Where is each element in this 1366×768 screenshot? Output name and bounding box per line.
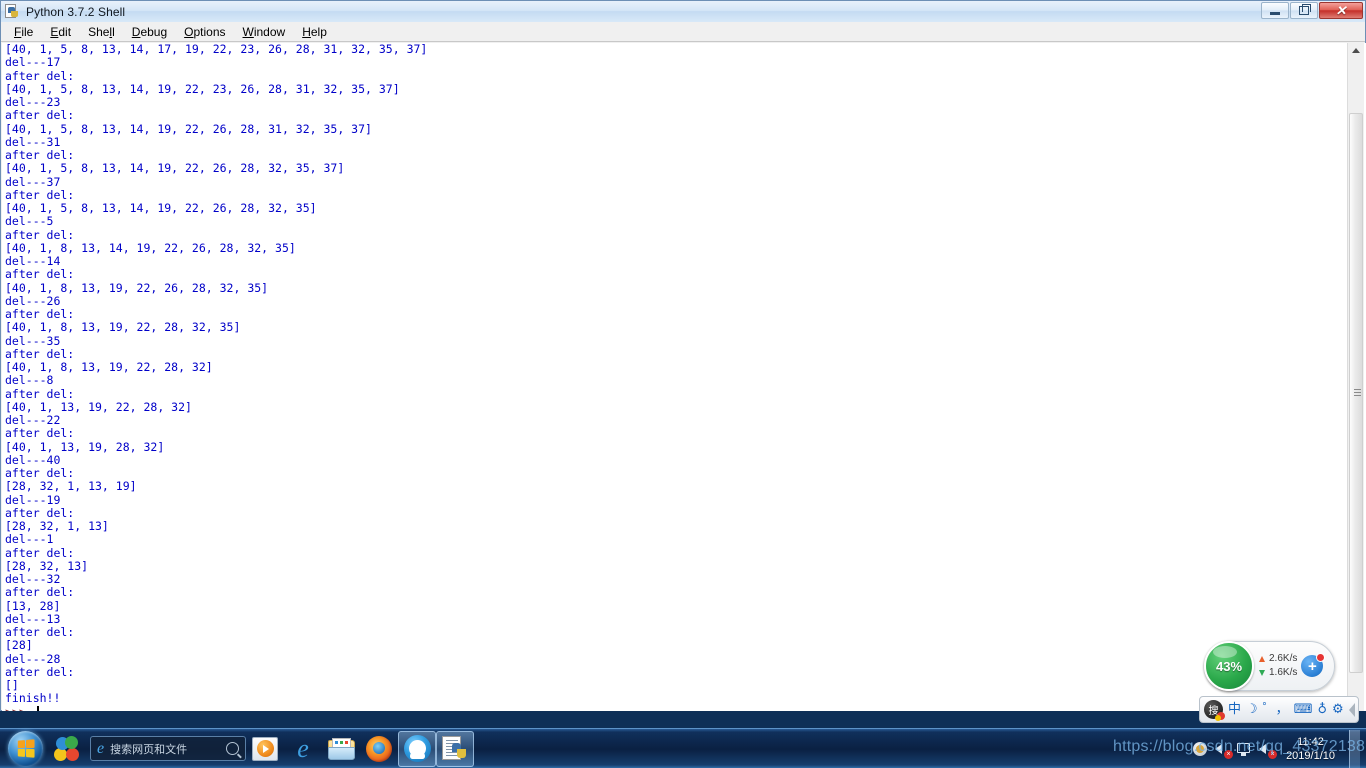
menu-item-shell[interactable]: Shell	[80, 24, 124, 40]
ime-collapse-handle[interactable]	[1348, 702, 1355, 717]
media-player-icon	[252, 736, 278, 761]
ime-punctuation-icon[interactable]: ゜，	[1263, 703, 1289, 716]
download-arrow-icon	[1259, 670, 1265, 676]
taskbar-item-qq-browser[interactable]	[398, 730, 436, 767]
taskbar-item-python-shell[interactable]	[436, 730, 474, 767]
firefox-icon	[366, 735, 392, 762]
desktop-screen: Python 3.7.2 Shell ✕ File Edit Shell Deb…	[0, 0, 1366, 768]
shell-output: [40, 1, 5, 8, 13, 14, 17, 19, 22, 23, 26…	[5, 43, 428, 706]
title-bar[interactable]: Python 3.7.2 Shell ✕	[1, 1, 1365, 22]
ime-voice-input-icon[interactable]: ♁	[1317, 703, 1327, 716]
scrollbar-thumb[interactable]	[1349, 113, 1363, 673]
colorful-balls-icon	[54, 735, 80, 762]
menu-item-help[interactable]: Help	[294, 24, 336, 40]
internet-explorer-icon: e	[297, 733, 309, 763]
download-rate-label: 1.6K/s	[1269, 667, 1298, 678]
add-button[interactable]: +	[1301, 653, 1326, 677]
internet-explorer-icon: e	[97, 739, 105, 757]
taskbar-clock[interactable]: 11:42 2019/1/10	[1280, 735, 1341, 763]
taskbar-item-sogou[interactable]	[48, 731, 86, 767]
shell-text: [40, 1, 5, 8, 13, 14, 17, 19, 22, 23, 26…	[5, 43, 427, 711]
python-idle-icon	[5, 3, 21, 20]
tray-sogou-icon[interactable]	[1192, 741, 1208, 757]
plus-icon: +	[1307, 657, 1317, 675]
menu-item-debug[interactable]: Debug	[124, 24, 176, 40]
taskbar-item-firefox[interactable]	[360, 731, 398, 767]
search-icon[interactable]	[226, 742, 239, 755]
start-button[interactable]	[2, 731, 48, 767]
shell-output-area[interactable]: [40, 1, 5, 8, 13, 14, 17, 19, 22, 23, 26…	[2, 43, 1366, 711]
show-desktop-button[interactable]	[1349, 729, 1360, 768]
menu-item-window[interactable]: Window	[235, 24, 295, 40]
search-placeholder: 搜索网页和文件	[110, 742, 188, 756]
cpu-usage-ball[interactable]: 43%	[1204, 641, 1254, 691]
menu-item-edit[interactable]: Edit	[42, 24, 80, 40]
ime-soft-keyboard-icon[interactable]: ⌨	[1294, 703, 1313, 716]
scroll-up-arrow-icon[interactable]	[1352, 48, 1360, 53]
notification-dot	[1316, 653, 1326, 662]
close-button[interactable]: ✕	[1319, 2, 1363, 19]
close-icon: ✕	[1335, 3, 1347, 18]
sogou-logo-icon[interactable]: 搜	[1204, 700, 1225, 721]
tray-network-icon[interactable]	[1236, 741, 1252, 757]
python-shell-window: Python 3.7.2 Shell ✕ File Edit Shell Deb…	[0, 0, 1366, 711]
window-controls: ✕	[1261, 2, 1363, 19]
taskbar-item-internet-explorer[interactable]: e	[284, 731, 322, 767]
scrollbar-grip-icon	[1354, 389, 1361, 397]
restore-button[interactable]	[1290, 2, 1318, 19]
menu-bar: File Edit Shell Debug Options Window Hel…	[1, 22, 1365, 42]
network-rates: 2.6K/s 1.6K/s	[1259, 652, 1297, 680]
qq-browser-icon	[403, 735, 431, 762]
menu-item-options[interactable]: Options	[176, 24, 234, 40]
taskbar-item-file-explorer[interactable]	[322, 731, 360, 767]
ime-halfwidth-icon[interactable]: ☽	[1246, 703, 1258, 716]
error-badge: ×	[1224, 749, 1234, 759]
netspeed-widget[interactable]: 43% 2.6K/s 1.6K/s +	[1204, 641, 1335, 691]
clock-date: 2019/1/10	[1286, 749, 1335, 762]
cpu-percent-label: 43%	[1215, 658, 1243, 674]
clock-time: 11:42	[1297, 735, 1324, 748]
python-idle-taskbar-icon	[442, 735, 468, 762]
taskbar: e 搜索网页和文件 e × × 11:42 2019/1/10	[0, 728, 1366, 768]
ime-chinese-mode-icon[interactable]: 中	[1228, 703, 1241, 716]
ime-toolbar[interactable]: 搜 中 ☽ ゜， ⌨ ♁ ⚙	[1199, 696, 1359, 723]
shell-vertical-scrollbar[interactable]	[1347, 43, 1364, 711]
upload-arrow-icon	[1259, 656, 1265, 662]
taskbar-item-media-player[interactable]	[246, 731, 284, 767]
upload-rate-label: 2.6K/s	[1269, 653, 1298, 664]
menu-item-file[interactable]: File	[6, 24, 42, 40]
tray-sound-muted-icon[interactable]: ×	[1258, 741, 1278, 759]
error-badge: ×	[1268, 749, 1278, 759]
system-tray: × × 11:42 2019/1/10	[1192, 729, 1366, 768]
desktop-background	[0, 711, 1366, 728]
windows-logo-icon	[7, 731, 43, 766]
window-title: Python 3.7.2 Shell	[26, 4, 126, 19]
ime-settings-gear-icon[interactable]: ⚙	[1332, 703, 1344, 716]
file-explorer-icon	[327, 737, 355, 760]
taskbar-search-box[interactable]: e 搜索网页和文件	[90, 736, 246, 761]
tray-volume-icon[interactable]: ×	[1214, 741, 1234, 759]
minimize-button[interactable]	[1261, 2, 1289, 19]
